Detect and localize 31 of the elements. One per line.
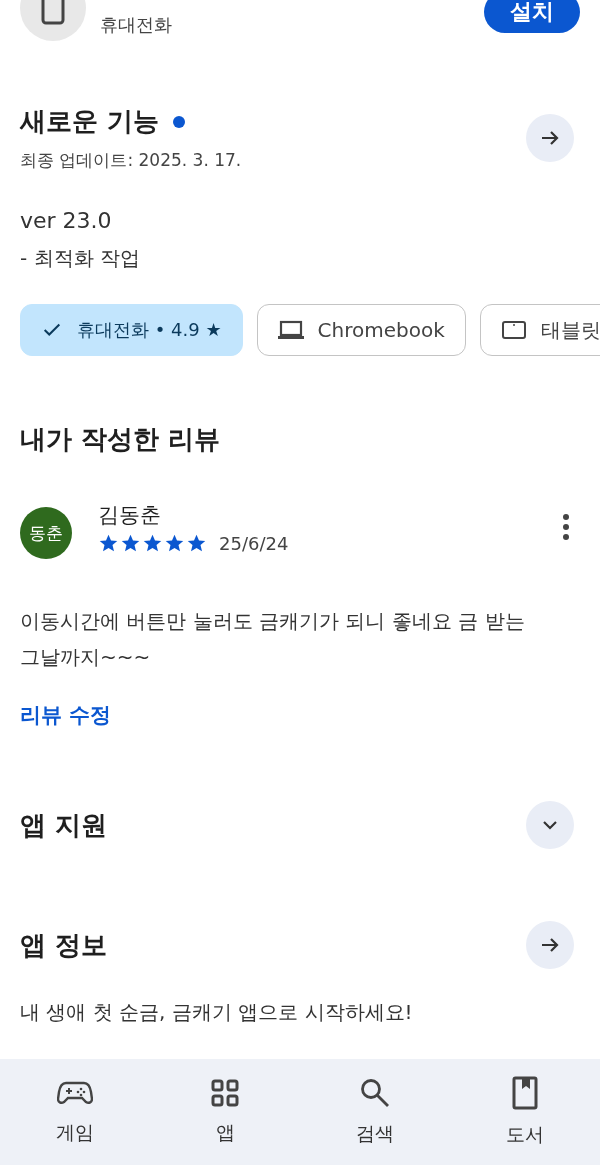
review-text: 이동시간에 버튼만 눌러도 금캐기가 되니 좋네요 금 받는 그날까지~~~: [19, 608, 526, 671]
section-title: 앱 정보: [20, 928, 108, 962]
search-icon: [359, 1077, 391, 1109]
release-notes: - 최적화 작업: [19, 245, 141, 272]
review-date: 25/6/24: [219, 532, 289, 554]
section-title: 새로운 기능: [20, 105, 160, 138]
laptop-icon: [277, 319, 304, 341]
more-vertical-icon: [562, 513, 570, 541]
nav-item[interactable]: 앱: [170, 1077, 280, 1147]
device-chip[interactable]: Chromebook: [256, 304, 466, 356]
device-chip[interactable]: 태블릿: [479, 304, 600, 356]
nav-item[interactable]: 검색: [320, 1076, 430, 1148]
arrow-button[interactable]: [526, 114, 574, 162]
phone-icon: [40, 0, 66, 25]
edit-review-link[interactable]: 리뷰 수정: [20, 701, 112, 729]
app-description: 내 생애 첫 순금, 금캐기 앱으로 시작하세요!: [19, 999, 414, 1026]
grid-icon: [210, 1078, 240, 1108]
install-button[interactable]: 설치: [484, 0, 580, 33]
device-label: 휴대전화: [100, 13, 172, 37]
nav-item[interactable]: 도서: [470, 1075, 580, 1149]
update-date: 최종 업데이트: 2025. 3. 17.: [20, 149, 242, 172]
reviewer-name: 김동춘: [98, 501, 162, 529]
book-icon: [510, 1076, 540, 1110]
section-title: 내가 작성한 리뷰: [19, 423, 222, 456]
version-text: ver 23.0: [19, 208, 113, 233]
tablet-icon: [500, 319, 527, 341]
arrow-button[interactable]: [526, 921, 574, 969]
nav-item[interactable]: 게임: [20, 1077, 130, 1147]
avatar: 동춘: [20, 507, 72, 559]
device-chip[interactable]: 휴대전화 • 4.9 ★: [20, 304, 243, 356]
section-title: 앱 지원: [20, 808, 108, 842]
